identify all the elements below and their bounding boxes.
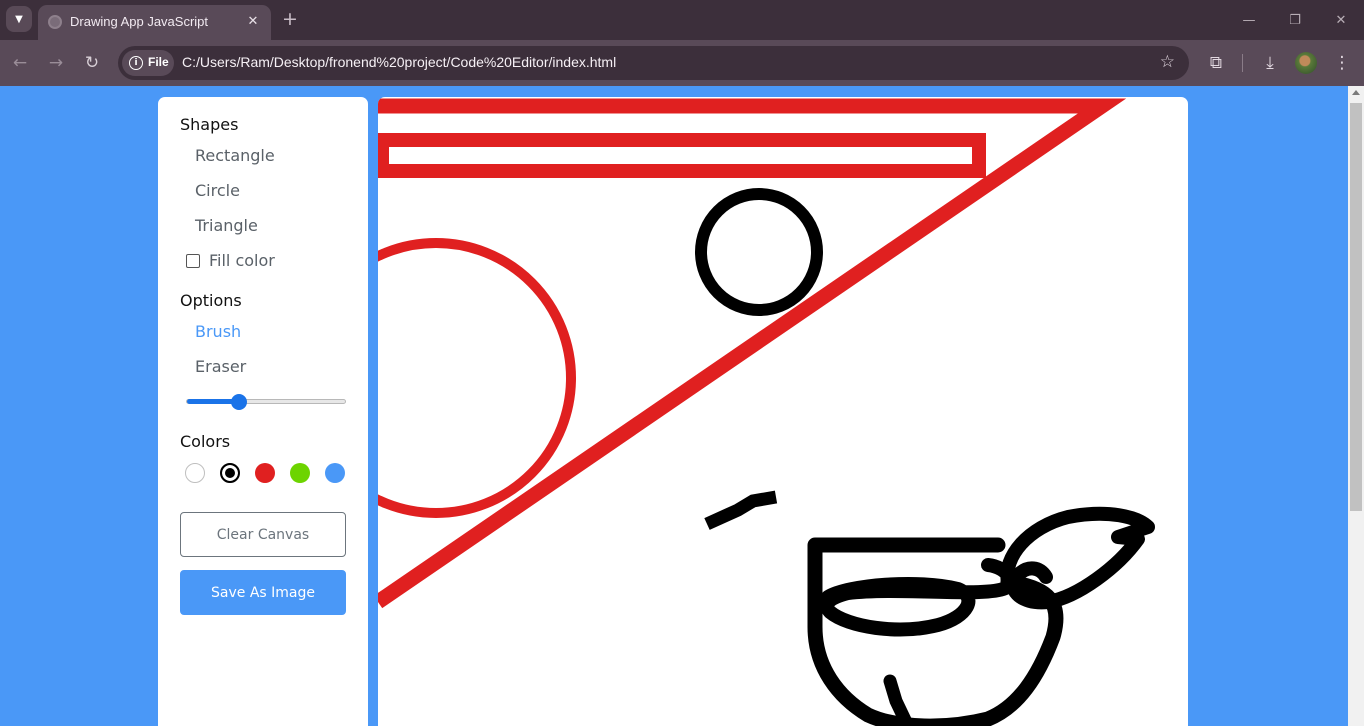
download-icon[interactable]: ⤓ bbox=[1257, 50, 1283, 76]
browser-tab[interactable]: Drawing App JavaScript ✕ bbox=[38, 5, 271, 40]
forward-arrow-icon[interactable]: → bbox=[43, 50, 69, 76]
red-triangle-stroke bbox=[378, 98, 1127, 609]
options-title: Options bbox=[180, 291, 242, 310]
toolbar-divider bbox=[1242, 54, 1243, 72]
tools-board: Shapes Rectangle Circle Triangle Fill co… bbox=[158, 97, 368, 726]
rectangle-tool[interactable]: Rectangle bbox=[180, 138, 346, 173]
restore-icon[interactable]: ❐ bbox=[1280, 8, 1310, 32]
canvas-drawing bbox=[378, 98, 1155, 726]
bookmark-star-icon[interactable]: ☆ bbox=[1160, 52, 1175, 72]
eraser-tool[interactable]: Eraser bbox=[180, 349, 346, 384]
page-background: Shapes Rectangle Circle Triangle Fill co… bbox=[0, 86, 1348, 726]
slider-track[interactable] bbox=[186, 394, 346, 410]
black-brush-dash bbox=[704, 490, 778, 530]
color-swatch-white[interactable] bbox=[185, 462, 205, 483]
brush-size-slider[interactable] bbox=[180, 384, 346, 419]
fill-color-checkbox[interactable] bbox=[186, 253, 200, 268]
color-swatch-red[interactable] bbox=[255, 462, 275, 483]
color-options bbox=[180, 455, 346, 490]
url-text[interactable]: C:/Users/Ram/Desktop/fronend%20project/C… bbox=[182, 54, 616, 70]
tab-search-button[interactable]: ▼ bbox=[6, 6, 32, 32]
black-brush-doodle-inner bbox=[820, 558, 1018, 637]
color-swatch-blue[interactable] bbox=[325, 462, 345, 483]
site-info-chip[interactable]: i File bbox=[122, 50, 174, 76]
scroll-up-arrow-icon[interactable] bbox=[1352, 90, 1360, 95]
window-close-icon[interactable]: ✕ bbox=[1326, 8, 1356, 32]
colors-title: Colors bbox=[180, 432, 231, 451]
save-image-button[interactable]: Save As Image bbox=[180, 570, 346, 615]
red-rectangle-stroke bbox=[378, 133, 986, 178]
brush-tool[interactable]: Brush bbox=[180, 314, 346, 349]
tab-title: Drawing App JavaScript bbox=[70, 14, 209, 29]
triangle-tool[interactable]: Triangle bbox=[180, 208, 346, 243]
profile-avatar[interactable] bbox=[1295, 52, 1317, 74]
fill-color-option[interactable]: Fill color bbox=[180, 243, 346, 278]
more-menu-icon[interactable]: ⋮ bbox=[1329, 50, 1355, 76]
clear-canvas-button[interactable]: Clear Canvas bbox=[180, 512, 346, 557]
close-icon[interactable]: ✕ bbox=[243, 11, 263, 31]
browser-tab-strip: ▼ Drawing App JavaScript ✕ + — ❐ ✕ bbox=[0, 0, 1364, 40]
page-scrollbar[interactable] bbox=[1348, 86, 1364, 726]
address-bar[interactable]: i File C:/Users/Ram/Desktop/fronend%20pr… bbox=[118, 46, 1189, 80]
new-tab-plus-icon[interactable]: + bbox=[279, 8, 301, 30]
browser-toolbar: ← → ↻ i File C:/Users/Ram/Desktop/fronen… bbox=[0, 40, 1364, 86]
globe-icon bbox=[48, 15, 62, 29]
reload-icon[interactable]: ↻ bbox=[79, 50, 105, 76]
red-circle-stroke bbox=[378, 238, 576, 518]
color-swatch-black[interactable] bbox=[220, 462, 240, 483]
circle-tool[interactable]: Circle bbox=[180, 173, 346, 208]
chevron-down-icon: ▼ bbox=[15, 13, 23, 25]
minimize-icon[interactable]: — bbox=[1234, 8, 1264, 32]
back-arrow-icon[interactable]: ← bbox=[7, 50, 33, 76]
shapes-title: Shapes bbox=[180, 115, 239, 134]
scroll-thumb[interactable] bbox=[1350, 103, 1362, 511]
file-label: File bbox=[148, 55, 169, 69]
info-icon: i bbox=[129, 56, 143, 70]
extensions-puzzle-icon[interactable]: ⧉ bbox=[1203, 50, 1229, 76]
drawing-canvas[interactable] bbox=[378, 97, 1188, 726]
slider-thumb[interactable] bbox=[231, 394, 248, 410]
black-circle-stroke bbox=[695, 188, 823, 316]
color-swatch-green[interactable] bbox=[290, 462, 310, 483]
fill-color-label: Fill color bbox=[209, 251, 275, 270]
